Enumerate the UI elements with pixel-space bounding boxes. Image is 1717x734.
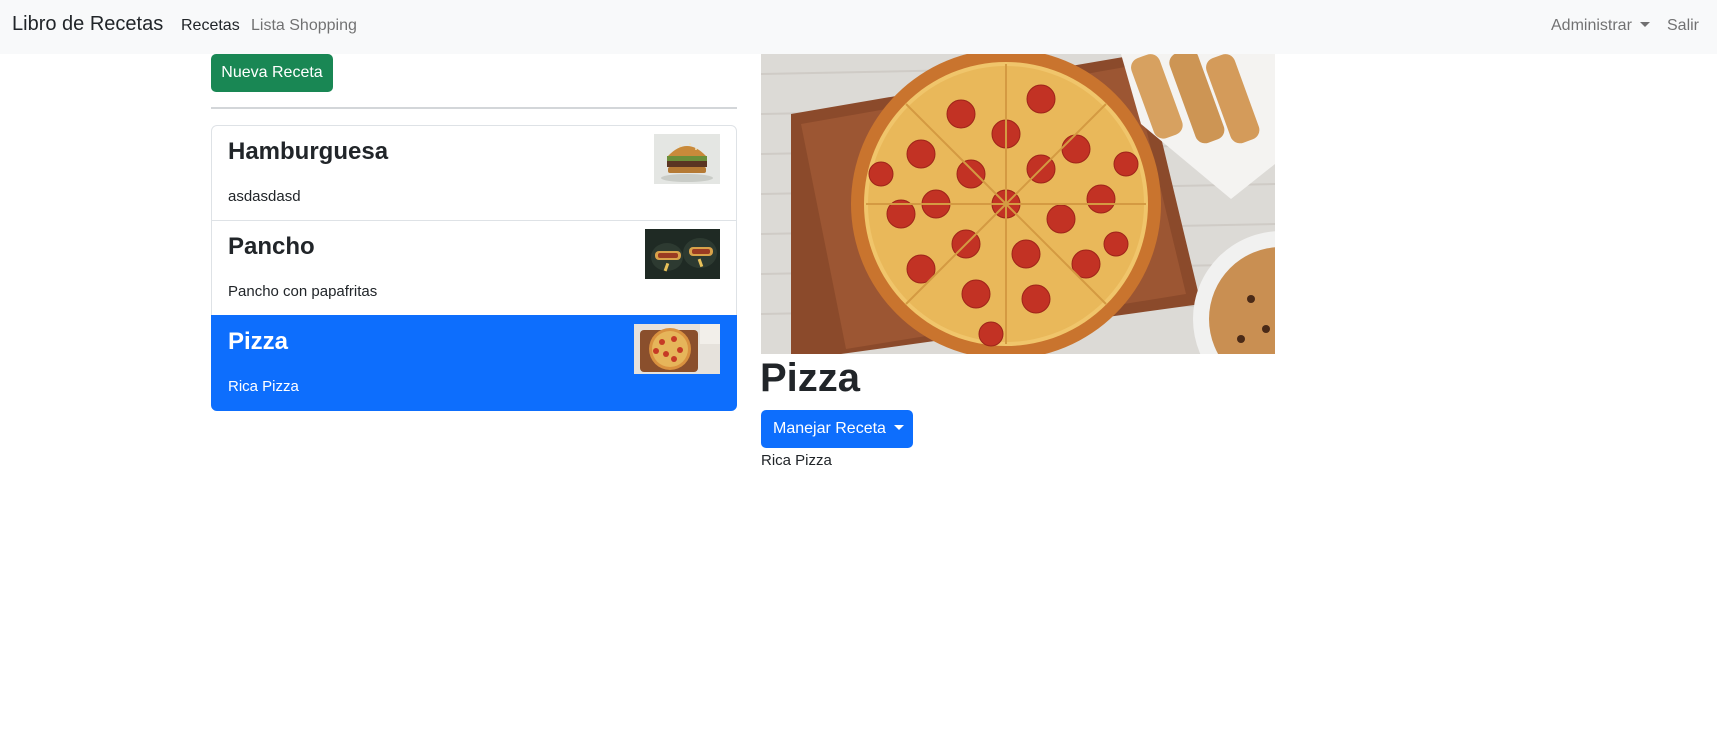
recipe-item-pizza[interactable]: Pizza Rica Pizza [211, 315, 737, 411]
admin-dropdown[interactable]: Administrar [1551, 17, 1650, 35]
admin-dropdown-label: Administrar [1551, 17, 1632, 34]
logout-link[interactable]: Salir [1667, 17, 1699, 35]
recipe-name: Pancho [228, 233, 315, 260]
recipe-title: Pizza [760, 356, 861, 400]
recipe-description: asdasdasd [228, 188, 301, 205]
brand-link[interactable]: Libro de Recetas [12, 13, 163, 36]
recipe-name: Pizza [228, 328, 289, 355]
pizza-image [761, 54, 1275, 354]
new-recipe-button[interactable]: Nueva Receta [211, 54, 333, 92]
navbar: Libro de Recetas Recetas Lista Shopping … [0, 0, 1717, 54]
hamburger-thumbnail [654, 134, 720, 184]
recipe-description: Pancho con papafritas [228, 283, 378, 300]
pizza-thumbnail [634, 324, 720, 374]
recipe-detail-description: Rica Pizza [761, 452, 832, 469]
divider [211, 107, 737, 109]
hotdog-thumbnail [645, 229, 720, 279]
manage-recipe-dropdown-button[interactable]: Manejar Receta [761, 410, 913, 448]
manage-recipe-label: Manejar Receta [773, 420, 886, 437]
caret-down-icon [893, 425, 904, 430]
nav-link-lista-shopping[interactable]: Lista Shopping [251, 17, 357, 35]
nav-link-recetas[interactable]: Recetas [181, 17, 240, 35]
recipe-list: Hamburguesa asdasdasd Pancho Pancho con … [211, 125, 737, 411]
recipe-name: Hamburguesa [228, 138, 389, 165]
recipe-item-hamburguesa[interactable]: Hamburguesa asdasdasd [211, 125, 737, 221]
recipe-description: Rica Pizza [228, 378, 299, 395]
recipe-item-pancho[interactable]: Pancho Pancho con papafritas [211, 220, 737, 316]
caret-down-icon [1639, 22, 1650, 27]
